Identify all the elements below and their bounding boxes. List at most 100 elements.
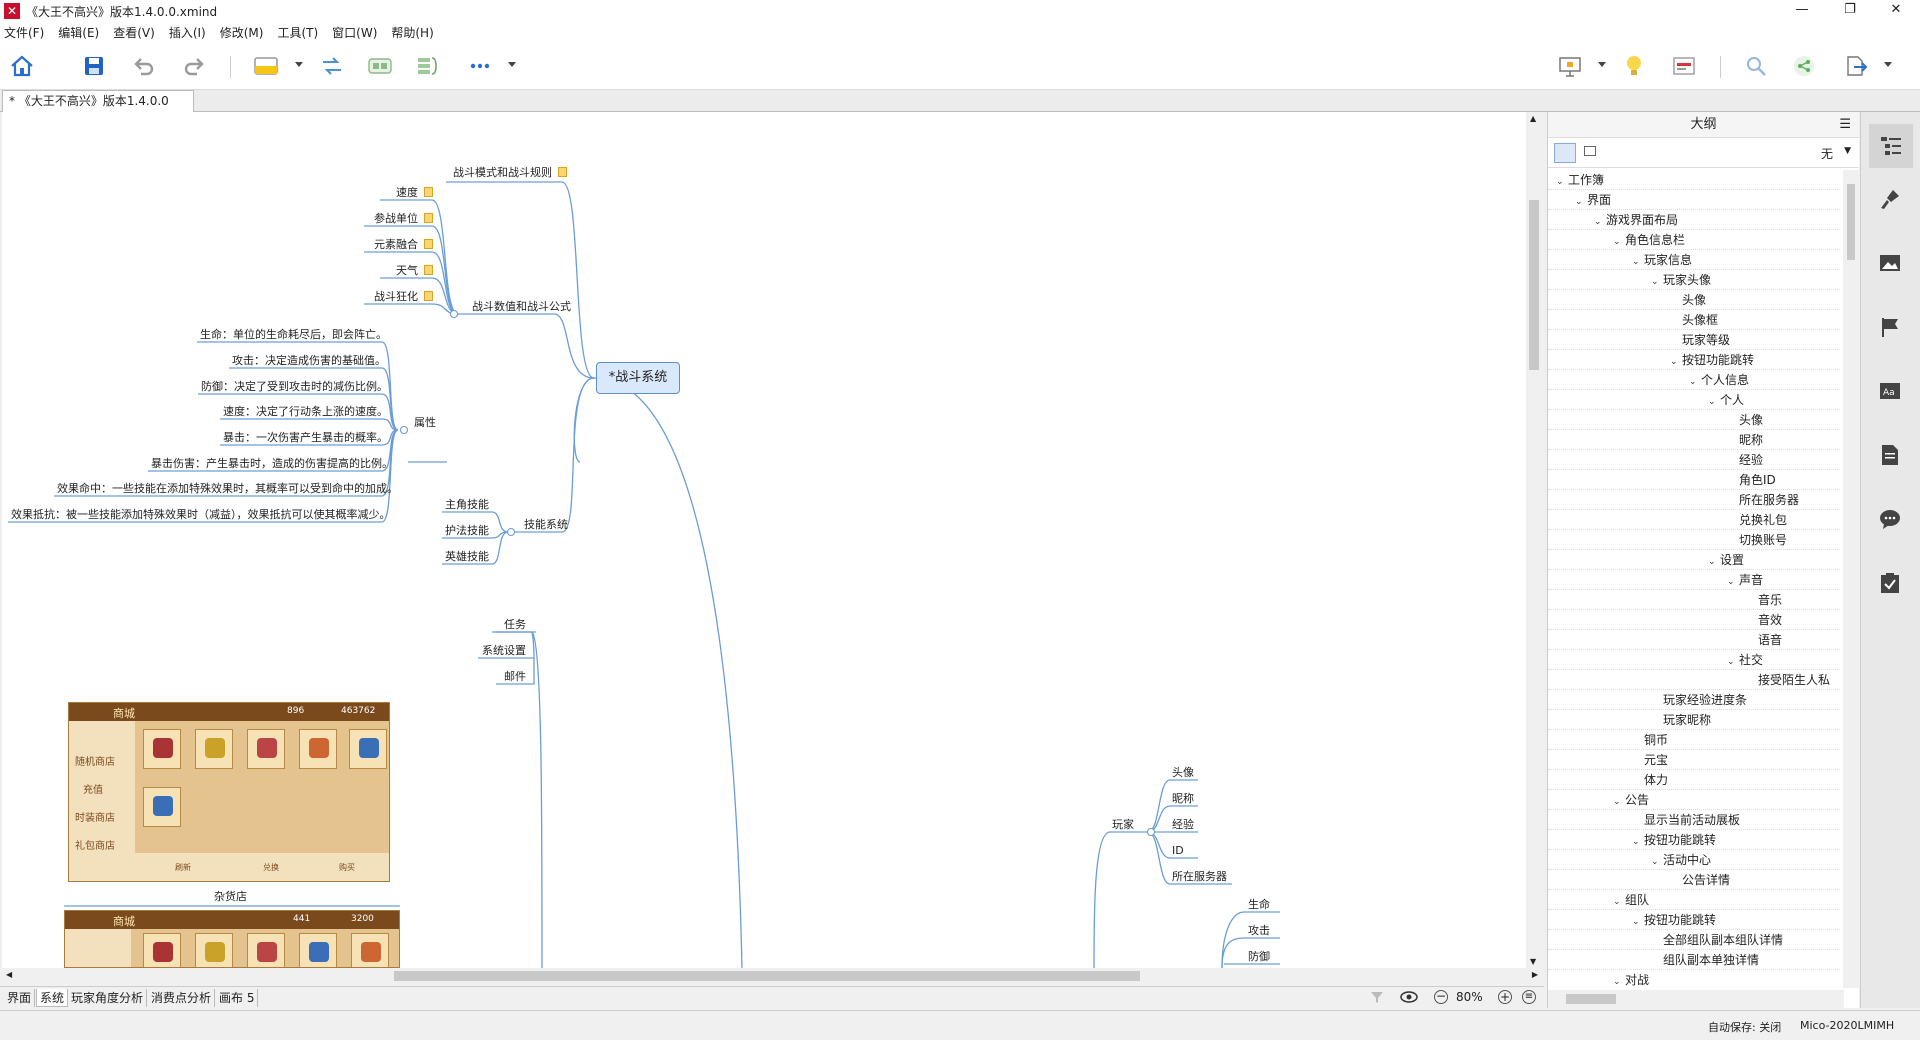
expand-chevron-icon[interactable]: ⌄ [1708,552,1720,572]
comments-icon[interactable] [1875,504,1905,534]
redo-icon[interactable] [182,54,206,78]
outline-row[interactable]: 铜币 [1548,730,1840,750]
topic-battle-formula[interactable]: 战斗数值和战斗公式 [472,300,571,314]
outline-row[interactable]: 角色ID [1548,470,1840,490]
expand-chevron-icon[interactable]: ⌄ [1727,652,1739,672]
topic-system-settings[interactable]: 系统设置 [482,644,526,658]
notes-icon[interactable] [1875,440,1905,470]
topic-combat-units[interactable]: 参战单位 [374,212,433,226]
expand-chevron-icon[interactable]: ⌄ [1556,172,1568,192]
autosave-status[interactable]: 自动保存: 关闭 [1708,1019,1781,1035]
outline-row[interactable]: ⌄ 个人 [1548,390,1840,410]
outline-vertical-scrollbar[interactable] [1843,170,1859,988]
outline-row[interactable]: ⌄ 界面 [1548,190,1840,210]
expand-chevron-icon[interactable]: ⌄ [1689,372,1701,392]
outline-view-mode-icon[interactable] [1554,143,1576,163]
home-icon[interactable] [10,54,34,78]
expand-chevron-icon[interactable]: ⌄ [1670,352,1682,372]
menu-tools[interactable]: 工具(T) [277,24,318,41]
topic-dropdown-icon[interactable] [295,62,303,67]
outline-row[interactable]: ⌄ 玩家头像 [1548,270,1840,290]
image-icon[interactable] [1875,248,1905,278]
outline-panel-icon[interactable] [1869,124,1913,168]
outline-row[interactable]: 体力 [1548,770,1840,790]
topic-battle-mode[interactable]: 战斗模式和战斗规则 [453,166,567,180]
export-icon[interactable] [1844,54,1868,78]
outline-scroll-thumb[interactable] [1847,184,1855,260]
topic-icon[interactable] [254,54,278,78]
filter-icon[interactable] [1370,990,1384,1007]
zoom-in-icon[interactable]: + [1498,990,1512,1004]
eye-icon[interactable] [1400,990,1418,1007]
expand-chevron-icon[interactable]: ⌄ [1594,212,1606,232]
canvas-vertical-scrollbar[interactable]: ▲ ▼ [1526,112,1542,968]
outline-row[interactable]: ⌄ 对战 [1548,970,1840,988]
attribute-crit-damage[interactable]: 暴击伤害：产生暴击时，造成的伤害提高的比例。 [151,457,393,471]
idea-bulb-icon[interactable] [1622,54,1646,78]
stat-hp[interactable]: 生命 [1248,898,1270,912]
topic-attributes[interactable]: 属性 [414,416,436,430]
outline-filter-dropdown-icon[interactable]: ▼ [1844,146,1851,156]
more-icon[interactable] [468,54,492,78]
outline-row[interactable]: ⌄ 设置 [1548,550,1840,570]
outline-row[interactable]: ⌄ 公告 [1548,790,1840,810]
outline-row[interactable]: ⌄ 游戏界面布局 [1548,210,1840,230]
export-dropdown-icon[interactable] [1884,62,1892,67]
player-exp[interactable]: 经验 [1172,818,1194,832]
zoom-out-icon[interactable]: − [1434,990,1448,1004]
expand-chevron-icon[interactable]: ⌄ [1632,252,1644,272]
outline-row[interactable]: 玩家等级 [1548,330,1840,350]
presentation-dropdown-icon[interactable] [1598,62,1606,67]
topic-skills[interactable]: 技能系统 [524,518,568,532]
outline-row[interactable]: 显示当前活动展板 [1548,810,1840,830]
attribute-defense[interactable]: 防御：决定了受到攻击时的减伤比例。 [201,380,388,394]
expand-chevron-icon[interactable]: ⌄ [1613,792,1625,812]
attribute-crit[interactable]: 暴击：一次伤害产生暴击的概率。 [223,431,388,445]
expand-chevron-icon[interactable]: ⌄ [1708,392,1720,412]
canvas-horizontal-scrollbar[interactable]: ◀ ▶ [2,968,1542,984]
outline-row[interactable]: 所在服务器 [1548,490,1840,510]
outline-row[interactable]: 语音 [1548,630,1840,650]
menu-modify[interactable]: 修改(M) [220,24,264,41]
topic-element-fusion[interactable]: 元素融合 [374,238,433,252]
expand-chevron-icon[interactable]: ⌄ [1613,892,1625,912]
expand-chevron-icon[interactable]: ⌄ [1632,832,1644,852]
outline-row[interactable]: ⌄ 活动中心 [1548,850,1840,870]
outline-row[interactable]: 玩家昵称 [1548,710,1840,730]
player-avatar[interactable]: 头像 [1172,766,1194,780]
shop-screenshot-image-2[interactable]: 商城 441 3200 [64,910,400,968]
document-tab[interactable]: * 《大王不高兴》版本1.4.0.0 [2,90,194,112]
outline-row[interactable]: 全部组队副本组队详情 [1548,930,1840,950]
player-nickname[interactable]: 昵称 [1172,792,1194,806]
close-button[interactable]: ✕ [1876,0,1916,22]
outline-row[interactable]: ⌄ 按钮功能跳转 [1548,350,1840,370]
boundary-icon[interactable] [368,54,392,78]
outline-row[interactable]: 头像 [1548,290,1840,310]
stat-attack[interactable]: 攻击 [1248,924,1270,938]
outline-row[interactable]: 切换账号 [1548,530,1840,550]
skill-hero[interactable]: 英雄技能 [445,550,489,564]
sheet-tab-player-analysis[interactable]: 玩家角度分析 [68,989,148,1007]
attribute-attack[interactable]: 攻击：决定造成伤害的基础值。 [232,354,386,368]
central-topic[interactable]: *战斗系统 [596,362,680,394]
share-icon[interactable] [1792,54,1816,78]
topic-weather[interactable]: 天气 [396,264,433,278]
player-id[interactable]: ID [1172,844,1184,858]
outline-row[interactable]: 音乐 [1548,590,1840,610]
mindmap-canvas[interactable]: *战斗系统 战斗模式和战斗规则 战斗数值和战斗公式 速度 参战单位 元素融合 天… [2,112,1526,968]
outline-row[interactable]: ⌄ 声音 [1548,570,1840,590]
attribute-effect-resist[interactable]: 效果抵抗：被一些技能添加特殊效果时（减益），效果抵抗可以使其概率减少。 [11,508,391,522]
outline-row[interactable]: 公告详情 [1548,870,1840,890]
fit-view-icon[interactable]: ≡ [1522,990,1536,1004]
outline-row[interactable]: 元宝 [1548,750,1840,770]
marker-flag-icon[interactable] [1875,312,1905,342]
scroll-left-icon[interactable]: ◀ [6,970,12,979]
menu-view[interactable]: 查看(V) [113,24,155,41]
more-dropdown-icon[interactable] [508,62,516,67]
menu-window[interactable]: 窗口(W) [332,24,377,41]
outline-row[interactable]: 头像框 [1548,310,1840,330]
attribute-speed[interactable]: 速度：决定了行动条上涨的速度。 [223,405,388,419]
topic-speed[interactable]: 速度 [396,186,433,200]
user-name[interactable]: Mico-2020LMIMH [1800,1019,1894,1032]
gantt-icon[interactable] [1672,54,1696,78]
